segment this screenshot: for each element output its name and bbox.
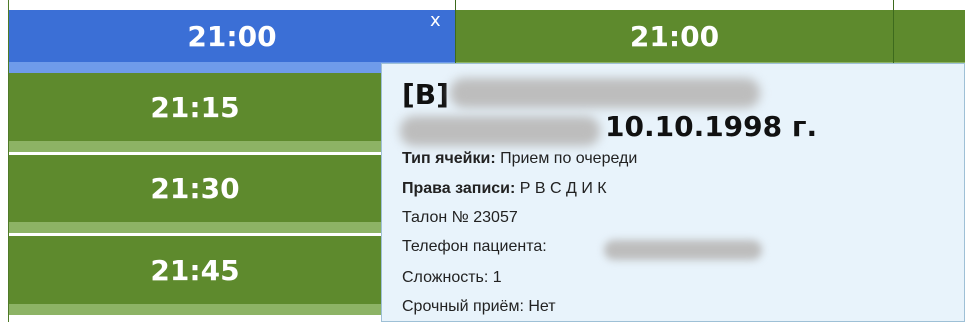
cell-type-label: Тип ячейки:: [402, 150, 496, 167]
cell-type-row: Тип ячейки: Прием по очереди: [402, 150, 637, 168]
close-icon[interactable]: x: [430, 12, 441, 30]
time-slot-label: 21:00: [187, 19, 277, 53]
time-slot-label: 21:15: [150, 90, 240, 124]
booking-rights-row: Права записи: Р В С Д И К: [402, 180, 607, 198]
patient-birth-date: 10.10.1998 г.: [605, 110, 818, 143]
slot-stripe: [9, 222, 381, 233]
cell-type-value: Прием по очереди: [500, 150, 638, 167]
redacted-phone: [604, 240, 762, 260]
time-slot-label: 21:45: [150, 253, 240, 287]
time-slot-label: 21:00: [629, 19, 720, 53]
redacted-patient-name: [450, 78, 760, 108]
appointment-tooltip: [B] 10.10.1998 г. Тип ячейки: Прием по о…: [381, 63, 965, 322]
time-slot-column3[interactable]: [894, 10, 965, 62]
patient-id: [B]: [402, 78, 449, 111]
time-slot-2130[interactable]: 21:30: [9, 155, 381, 222]
time-slot-2145[interactable]: 21:45: [9, 236, 381, 304]
urgent-appointment: Срочный приём: Нет: [402, 298, 556, 315]
time-slot-2115[interactable]: 21:15: [9, 73, 381, 141]
time-slot-2100-column2[interactable]: 21:00: [456, 10, 893, 62]
patient-phone-row: Телефон пациента:: [402, 238, 547, 256]
slot-stripe: [9, 304, 381, 315]
booking-rights-label: Права записи:: [402, 180, 516, 197]
ticket-number: Талон № 23057: [402, 209, 518, 226]
patient-phone-label: Телефон пациента:: [402, 238, 547, 255]
slot-stripe: [9, 141, 381, 152]
time-slot-2100-selected[interactable]: 21:00: [9, 10, 455, 62]
redacted-patient-name-2: [400, 116, 600, 146]
time-slot-label: 21:30: [150, 172, 240, 205]
complexity: Сложность: 1: [402, 269, 502, 286]
booking-rights-value: Р В С Д И К: [519, 180, 607, 197]
